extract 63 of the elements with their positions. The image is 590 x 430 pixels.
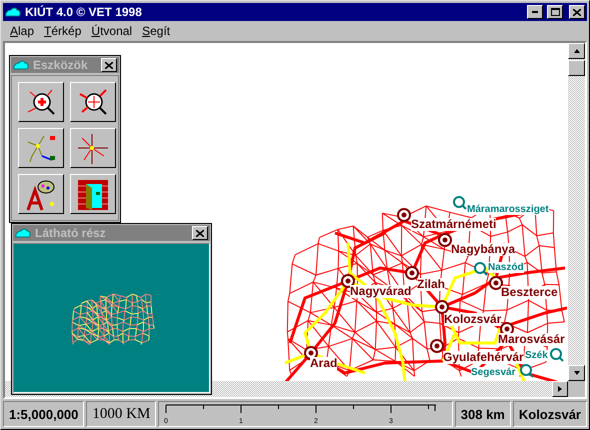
- close-icon: [573, 8, 581, 16]
- app-logo-icon: [13, 60, 29, 70]
- location-readout: Kolozsvár: [512, 401, 587, 427]
- right-arrow-icon: [556, 385, 564, 393]
- maximize-button[interactable]: [547, 5, 563, 19]
- city-marker-icon: [489, 276, 503, 290]
- place-label: Nagyvárad: [350, 285, 412, 298]
- minimize-button[interactable]: [527, 5, 543, 19]
- palette-title: Eszközök: [33, 58, 89, 72]
- close-button[interactable]: [569, 5, 585, 19]
- distance-readout: 308 km: [454, 401, 511, 427]
- city-marker-icon: [430, 339, 444, 353]
- place-label: Szék: [525, 350, 548, 361]
- down-arrow-icon: [572, 369, 580, 377]
- menu-item[interactable]: Alap: [5, 24, 40, 38]
- maximize-icon: [550, 8, 560, 16]
- tool-button[interactable]: [18, 128, 64, 168]
- menu-item[interactable]: Térkép: [39, 24, 86, 38]
- scroll-up-button[interactable]: [568, 43, 585, 59]
- town-marker-icon: [550, 348, 564, 362]
- place-label: Szatmárnémeti: [411, 218, 496, 232]
- close-button[interactable]: [101, 58, 117, 72]
- place-label: Gyulafehérvár: [443, 351, 524, 364]
- tool-button[interactable]: [70, 82, 116, 122]
- city-marker-icon: [341, 274, 355, 288]
- town-marker-icon: [453, 196, 467, 210]
- tool-button[interactable]: [18, 174, 64, 214]
- minimize-icon: [532, 11, 538, 13]
- tool-button[interactable]: [70, 128, 116, 168]
- place-label: Beszterce: [501, 286, 558, 300]
- town-marker-icon: [474, 262, 488, 276]
- palette-title: Látható rész: [35, 226, 107, 240]
- city-marker-icon: [438, 233, 452, 247]
- place-label: Segesvár: [471, 367, 516, 378]
- menu-item[interactable]: Segít: [137, 24, 176, 38]
- tool-button[interactable]: [70, 174, 116, 214]
- city-marker-icon: [435, 300, 449, 314]
- close-icon: [105, 62, 113, 68]
- place-label: Kolozsvár: [444, 313, 502, 326]
- place-label: Zilah: [417, 278, 446, 292]
- scroll-right-button[interactable]: [552, 381, 568, 397]
- app-logo-icon: [5, 6, 21, 18]
- city-marker-icon: [405, 266, 419, 280]
- place-label: Marosvásár: [498, 333, 565, 346]
- app-logo-icon: [15, 228, 31, 238]
- city-marker-icon: [397, 208, 411, 222]
- close-button[interactable]: [192, 226, 208, 240]
- place-label: Nagybánya: [451, 243, 516, 256]
- tool-button[interactable]: [18, 82, 64, 122]
- scale-length: 1000 KM: [86, 401, 156, 427]
- place-label: Máramarossziget: [467, 204, 549, 215]
- scale-ratio: 1:5,000,000: [3, 401, 84, 427]
- up-arrow-icon: [572, 47, 580, 55]
- town-marker-icon: [520, 364, 534, 378]
- scroll-thumb[interactable]: [568, 60, 585, 76]
- vertical-scrollbar[interactable]: [568, 43, 585, 381]
- scrollbar-corner: [568, 381, 585, 397]
- menu-item[interactable]: Útvonal: [86, 24, 138, 38]
- close-icon: [196, 230, 204, 236]
- scroll-down-button[interactable]: [568, 365, 585, 381]
- place-label: Naszód: [488, 262, 524, 273]
- window-title: KIÚT 4.0 © VET 1998: [25, 5, 143, 19]
- place-label: Arad: [310, 357, 338, 370]
